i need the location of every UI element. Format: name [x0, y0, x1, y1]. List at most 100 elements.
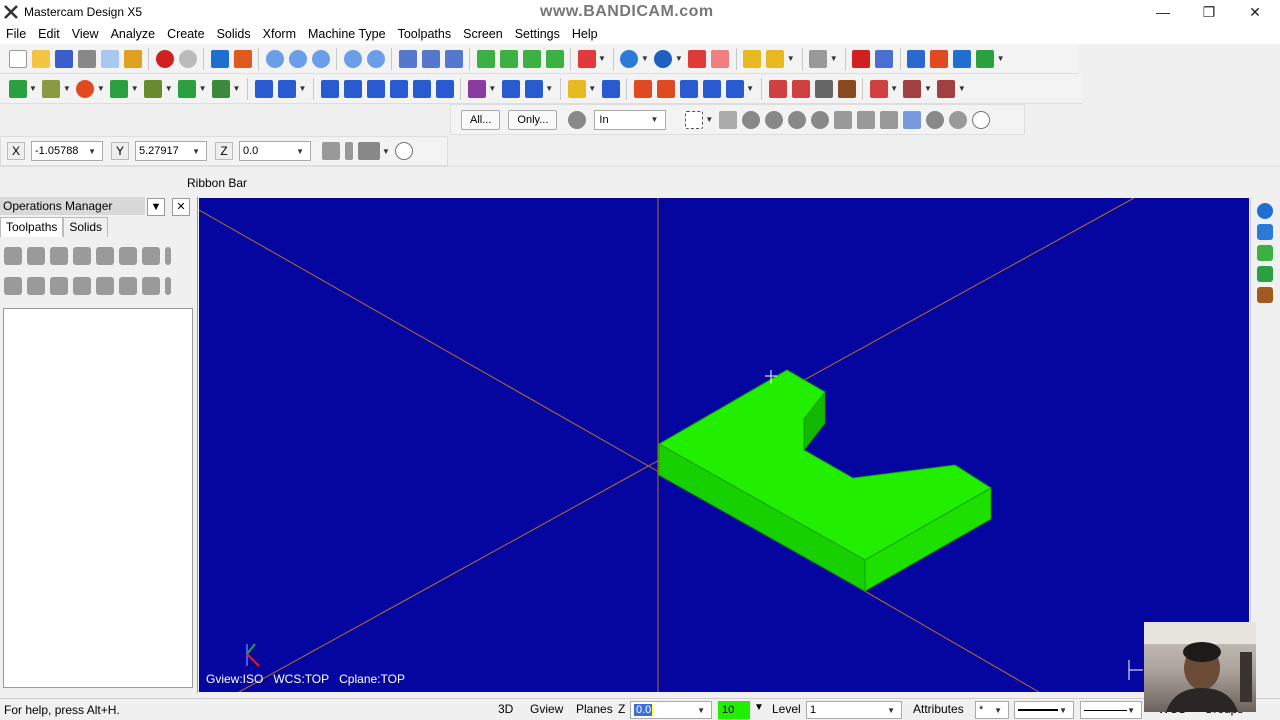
box-icon[interactable]: [725, 79, 744, 98]
xform-scale-icon[interactable]: [389, 79, 408, 98]
zoom-window-icon[interactable]: [288, 49, 307, 68]
toggle-posting-icon[interactable]: [50, 277, 68, 295]
xform-offset-icon[interactable]: [412, 79, 431, 98]
chevron-down-icon[interactable]: ▼: [705, 115, 713, 124]
chevron-down-icon[interactable]: ▼: [488, 84, 496, 93]
chain-icon[interactable]: [467, 79, 486, 98]
x-coord-label[interactable]: X: [7, 142, 25, 160]
xform-translate-icon[interactable]: [320, 79, 339, 98]
verify-select-icon[interactable]: [902, 110, 921, 129]
chevron-down-icon[interactable]: ▼: [787, 54, 795, 63]
zoom-out-icon[interactable]: [366, 49, 385, 68]
sphere-shading-icon[interactable]: [654, 49, 673, 68]
level-label[interactable]: Level: [772, 702, 801, 716]
cube-front-view-icon[interactable]: [499, 49, 518, 68]
surface-fillet-icon[interactable]: [791, 79, 810, 98]
chevron-down-icon[interactable]: ▼: [598, 54, 606, 63]
xform-mirror-icon[interactable]: [343, 79, 362, 98]
chevron-down-icon[interactable]: ▼: [165, 84, 173, 93]
unzoom-icon[interactable]: [343, 49, 362, 68]
sigma-icon[interactable]: [953, 49, 972, 68]
menu-solids[interactable]: Solids: [211, 27, 257, 41]
line-tool-icon[interactable]: [1257, 266, 1273, 282]
gview-button[interactable]: Gview: [530, 702, 563, 716]
no-entry-icon[interactable]: [925, 110, 944, 129]
mode-3d-button[interactable]: 3D: [498, 702, 513, 716]
repaint-icon[interactable]: [233, 49, 252, 68]
chevron-down-icon[interactable]: ▼: [997, 54, 1005, 63]
select-only-button[interactable]: Only...: [508, 109, 558, 130]
surface-icon[interactable]: [768, 79, 787, 98]
print-icon[interactable]: [77, 49, 96, 68]
cross-icon[interactable]: [837, 79, 856, 98]
move-up-icon[interactable]: [96, 277, 114, 295]
wrench-icon[interactable]: [809, 49, 828, 68]
view-iso-icon[interactable]: [1257, 245, 1273, 261]
fast-point-icon[interactable]: [321, 142, 340, 160]
operations-list[interactable]: [3, 308, 193, 688]
create-chamfer-icon[interactable]: [178, 79, 197, 98]
trim-icon[interactable]: [254, 79, 273, 98]
menu-analyze[interactable]: Analyze: [105, 27, 161, 41]
select-dirty-ops-icon[interactable]: [27, 247, 45, 265]
help-ops-icon[interactable]: [165, 277, 171, 295]
slope-icon[interactable]: [679, 79, 698, 98]
create-rectangle-icon[interactable]: [110, 79, 129, 98]
chevron-down-icon[interactable]: ▼: [29, 84, 37, 93]
y-coord-field[interactable]: 5.27917 ▼: [135, 141, 207, 161]
toolpath-backplot-icon[interactable]: [421, 49, 440, 68]
chevron-down-icon[interactable]: ▼: [830, 54, 838, 63]
cube-select-icon[interactable]: [833, 110, 852, 129]
help-question-icon[interactable]: [852, 49, 871, 68]
create-point-icon[interactable]: [8, 79, 27, 98]
create-solid-icon[interactable]: [212, 79, 231, 98]
mesh-icon[interactable]: [814, 79, 833, 98]
chevron-down-icon[interactable]: ▼: [97, 84, 105, 93]
grid-icon[interactable]: [875, 49, 894, 68]
wireframe-icon[interactable]: [711, 49, 730, 68]
menu-file[interactable]: File: [0, 27, 32, 41]
chevron-down-icon[interactable]: ▼: [545, 84, 553, 93]
cplane-icon[interactable]: [577, 49, 596, 68]
xform-rotate-icon[interactable]: [366, 79, 385, 98]
menu-help[interactable]: Help: [566, 27, 604, 41]
analyze-icon[interactable]: [766, 49, 785, 68]
chevron-down-icon[interactable]: ▼: [382, 147, 390, 156]
menu-toolpaths[interactable]: Toolpaths: [392, 27, 458, 41]
toggle-display-icon[interactable]: [27, 277, 45, 295]
toolpath-verify-icon[interactable]: [398, 49, 417, 68]
hexagon-filled-icon[interactable]: [764, 110, 783, 129]
menu-screen[interactable]: Screen: [457, 27, 509, 41]
chevron-down-icon[interactable]: ▼: [641, 54, 649, 63]
y-coord-label[interactable]: Y: [111, 142, 129, 160]
layers-icon[interactable]: [976, 49, 995, 68]
selection-cursor-icon[interactable]: [567, 110, 586, 129]
chevron-down-icon[interactable]: ▼: [746, 84, 754, 93]
coord-help-icon[interactable]: [395, 142, 414, 160]
menu-create[interactable]: Create: [161, 27, 211, 41]
exclamation-icon[interactable]: [344, 142, 353, 160]
chevron-down-icon[interactable]: ▼: [890, 84, 898, 93]
attributes-button[interactable]: Attributes: [913, 702, 964, 716]
cube-outline-icon[interactable]: [856, 110, 875, 129]
point-style-field[interactable]: * ▼: [975, 701, 1009, 719]
pan-icon[interactable]: [210, 49, 229, 68]
undo-icon[interactable]: [155, 49, 174, 68]
menu-machine-type[interactable]: Machine Type: [302, 27, 392, 41]
color-swatch[interactable]: 10: [718, 701, 750, 719]
toolpath-simulate-icon[interactable]: [444, 49, 463, 68]
tab-toolpaths[interactable]: Toolpaths: [0, 217, 64, 237]
open-file-icon[interactable]: [31, 49, 50, 68]
arc-select-icon[interactable]: [879, 110, 898, 129]
chevron-down-icon[interactable]: ▼: [199, 84, 207, 93]
z-depth-field[interactable]: 0.0 ▼: [630, 701, 712, 719]
move-down-icon[interactable]: [73, 277, 91, 295]
globe-icon[interactable]: [620, 49, 639, 68]
cube-iso-view-icon[interactable]: [545, 49, 564, 68]
hexagon-icon[interactable]: [741, 110, 760, 129]
chevron-down-icon[interactable]: ▼: [924, 84, 932, 93]
view-top-icon[interactable]: [1257, 224, 1273, 240]
lathe-icon[interactable]: [903, 79, 922, 98]
question-icon[interactable]: [971, 110, 990, 129]
xform-project-icon[interactable]: [435, 79, 454, 98]
